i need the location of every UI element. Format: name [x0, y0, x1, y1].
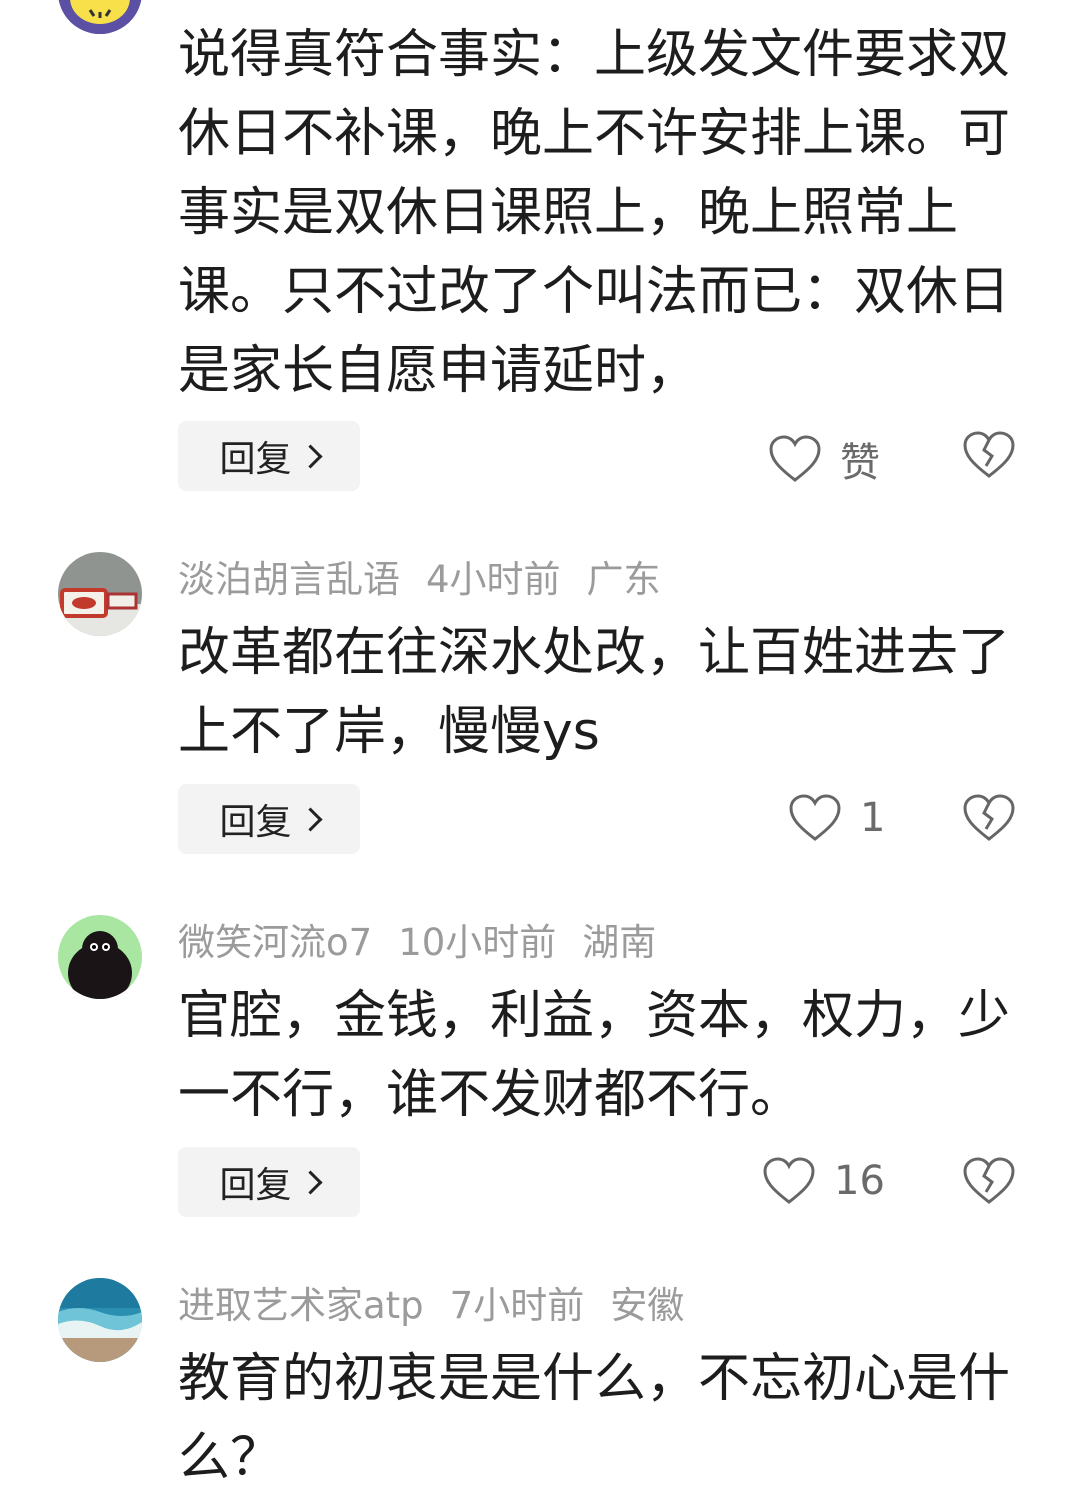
comment-text: 说得真符合事实：上级发文件要求双休日不补课，晚上不许安排上课。可事实是双休日课照… [178, 25, 1011, 401]
heart-icon [769, 435, 821, 482]
like-count: 16 [834, 1158, 885, 1204]
chevron-right-icon [297, 443, 323, 469]
comment-meta: 进取艺术家atp 7小时前 安徽 [178, 1284, 710, 1328]
chevron-right-icon [297, 1169, 323, 1195]
broken-heart-icon [963, 431, 1015, 478]
comment-text: 官腔，金钱，利益，资本，权力，少一不行，谁不发财都不行。 [178, 986, 1011, 1125]
like-button[interactable]: 16 [762, 1156, 885, 1206]
dislike-button[interactable] [962, 793, 1016, 847]
reply-label: 回复 [219, 1165, 292, 1206]
avatar[interactable] [58, 915, 142, 999]
location: 湖南 [582, 921, 657, 964]
broken-heart-icon [963, 1157, 1015, 1204]
like-count: 赞 [840, 440, 880, 486]
yellow-emoji-avatar-icon [58, 0, 142, 34]
timestamp: 10小时前 [398, 921, 557, 964]
broken-heart-icon [963, 794, 1015, 841]
comment-text: 教育的初衷是是什么，不忘初心是什么？ [178, 1349, 1011, 1488]
like-button[interactable]: 1 [788, 793, 885, 843]
comment-text: 改革都在往深水处改，让百姓进去了上不了岸，慢慢ys [178, 623, 1011, 762]
reply-button[interactable]: 回复 [178, 1147, 360, 1217]
reply-button[interactable]: 回复 [178, 421, 360, 491]
heart-icon [763, 1157, 815, 1204]
avatar[interactable] [58, 1278, 142, 1362]
location: 安徽 [610, 1284, 685, 1327]
timestamp: 4小时前 [426, 558, 561, 601]
reply-label: 回复 [219, 439, 292, 480]
username[interactable]: 进取艺术家atp [178, 1284, 424, 1327]
username[interactable]: 淡泊胡言乱语 [178, 558, 400, 601]
porcelain-photo-avatar-icon [58, 552, 142, 636]
avatar[interactable] [58, 0, 142, 34]
dislike-button[interactable] [962, 1156, 1016, 1210]
dislike-button[interactable] [962, 430, 1016, 484]
avatar[interactable] [58, 552, 142, 636]
timestamp: 7小时前 [449, 1284, 585, 1327]
heart-icon [789, 794, 841, 841]
comment-meta: 微笑河流o7 10小时前 湖南 [178, 921, 682, 965]
black-bird-avatar-icon [58, 915, 142, 999]
ocean-wave-avatar-icon [58, 1278, 142, 1362]
comment-meta: 淡泊胡言乱语 4小时前 广东 [178, 558, 687, 602]
chevron-right-icon [297, 806, 323, 832]
like-button[interactable]: 赞 [768, 430, 880, 488]
username[interactable]: 微笑河流o7 [178, 921, 372, 964]
reply-label: 回复 [219, 802, 292, 843]
like-count: 1 [860, 795, 886, 841]
reply-button[interactable]: 回复 [178, 784, 360, 854]
location: 广东 [586, 558, 661, 601]
